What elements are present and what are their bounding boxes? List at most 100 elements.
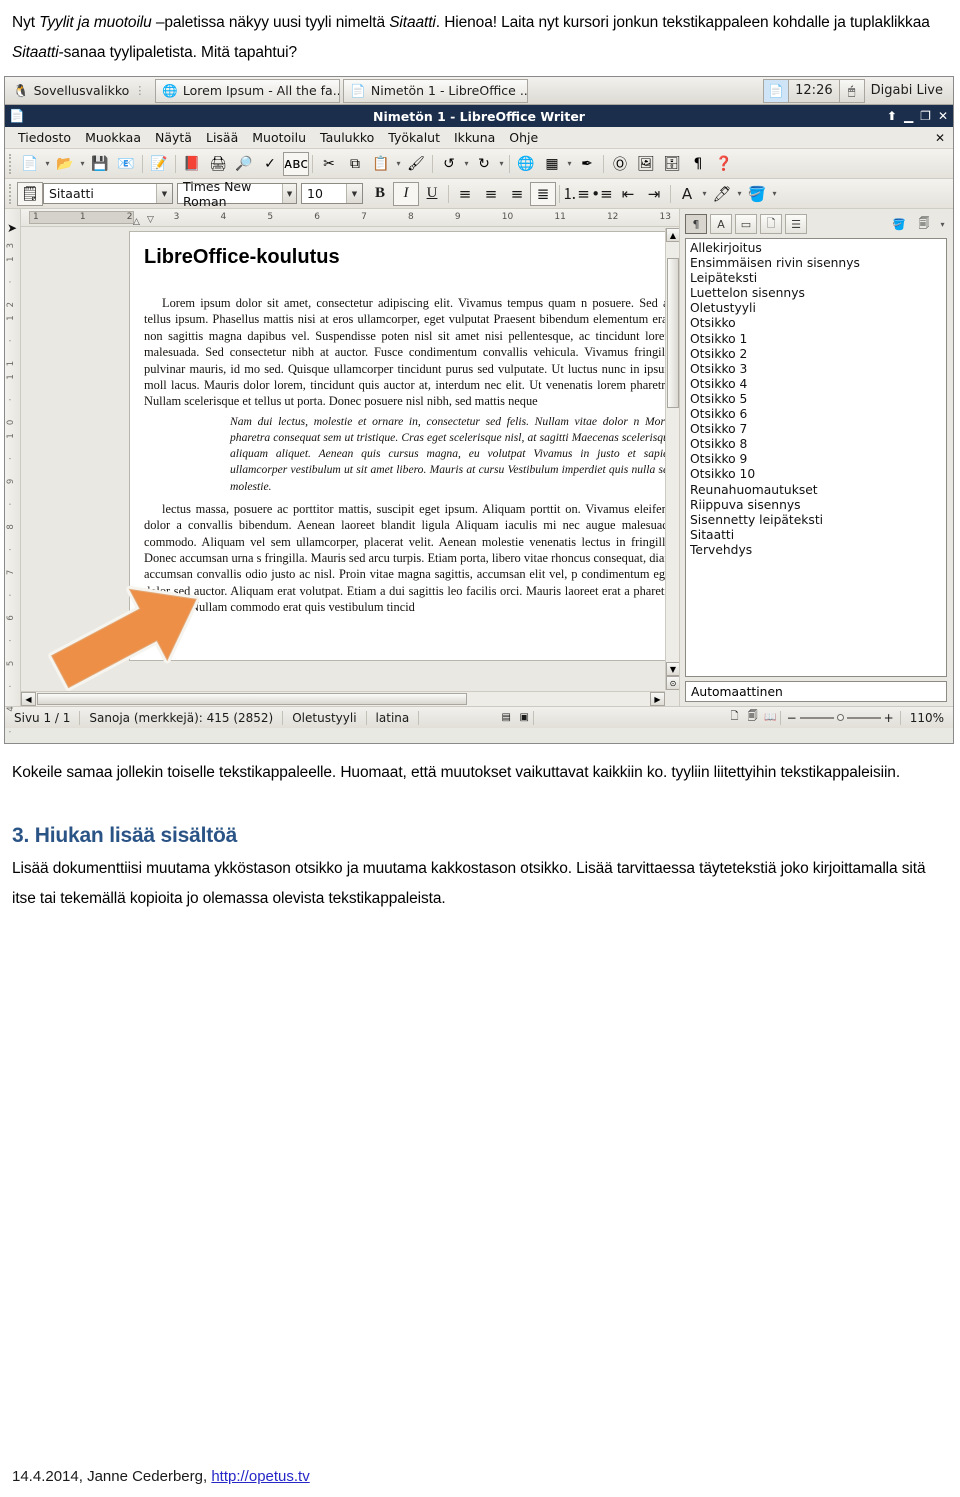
style-list-item[interactable]: Otsikko 6 bbox=[686, 407, 946, 422]
insert-table-dropdown-icon[interactable]: ▾ bbox=[565, 152, 574, 176]
style-list-item[interactable]: Otsikko 5 bbox=[686, 392, 946, 407]
new-style-from-selection-icon[interactable]: 🗐 bbox=[913, 214, 935, 234]
styles-filter-combo[interactable]: Automaattinen bbox=[685, 681, 947, 702]
first-line-indent-marker-icon[interactable]: ▽ bbox=[147, 215, 154, 225]
style-list-item[interactable]: Oletustyyli bbox=[686, 301, 946, 316]
menu-taulukko[interactable]: Taulukko bbox=[313, 130, 381, 145]
style-list-item[interactable]: Otsikko 10 bbox=[686, 467, 946, 482]
draw-functions-icon[interactable]: ✒ bbox=[574, 152, 600, 176]
document-page[interactable]: LibreOffice-koulutus Lorem ipsum dolor s… bbox=[129, 231, 679, 661]
horizontal-scroll-thumb[interactable] bbox=[37, 693, 467, 705]
toolbar-grip[interactable] bbox=[9, 153, 14, 174]
spelling-icon[interactable]: ✓ bbox=[257, 152, 283, 176]
decrease-indent-icon[interactable]: ⇤ bbox=[615, 182, 641, 206]
style-list-item[interactable]: Otsikko bbox=[686, 316, 946, 331]
style-list-item[interactable]: Otsikko 9 bbox=[686, 452, 946, 467]
insert-mode-icon[interactable]: ▤ bbox=[497, 712, 515, 723]
zoom-slider-knob[interactable] bbox=[836, 714, 844, 721]
style-list-item[interactable]: Otsikko 4 bbox=[686, 377, 946, 392]
selection-mode-icon[interactable]: ▣ bbox=[515, 712, 533, 723]
frame-styles-icon[interactable]: ▭ bbox=[735, 214, 757, 234]
increase-indent-icon[interactable]: ⇥ bbox=[641, 182, 667, 206]
new-style-dropdown-icon[interactable]: ▾ bbox=[938, 212, 947, 236]
vertical-ruler[interactable]: ➤ 3 · 4 · 5 · 6 · 7 · 8 · 9 · 10 · 11 · … bbox=[5, 209, 21, 743]
style-list-item-selected[interactable]: Sitaatti bbox=[690, 528, 734, 542]
style-list-item[interactable]: Leipäteksti bbox=[686, 271, 946, 286]
font-color-icon[interactable]: A bbox=[674, 182, 700, 206]
copy-icon[interactable]: ⧉ bbox=[342, 152, 368, 176]
statusbar-language[interactable]: latina bbox=[367, 707, 419, 729]
data-sources-icon[interactable]: 🗄 bbox=[659, 152, 685, 176]
formatting-toolbar-grip[interactable] bbox=[9, 183, 14, 204]
scroll-up-icon[interactable]: ▲ bbox=[666, 228, 679, 242]
tray-document-icon[interactable]: 📄 bbox=[763, 78, 790, 103]
scroll-left-icon[interactable]: ◀ bbox=[21, 692, 36, 706]
navigation-icon[interactable]: ⊙ bbox=[666, 676, 679, 690]
special-character-icon[interactable]: Ⓞ bbox=[607, 152, 633, 176]
style-list-item[interactable]: Otsikko 7 bbox=[686, 422, 946, 437]
zoom-out-button[interactable]: − bbox=[787, 711, 797, 725]
undo-dropdown-icon[interactable]: ▾ bbox=[462, 152, 471, 176]
styles-list[interactable]: Allekirjoitus Ensimmäisen rivin sisennys… bbox=[685, 238, 947, 677]
ordered-list-icon[interactable]: ⒈≡ bbox=[562, 182, 590, 206]
paragraph-style-dropdown-icon[interactable]: ▼ bbox=[156, 184, 172, 203]
align-right-icon[interactable]: ≡ bbox=[504, 182, 530, 206]
single-page-view-icon[interactable]: 🗋 bbox=[726, 709, 744, 726]
scroll-down-icon[interactable]: ▼ bbox=[666, 662, 679, 676]
document-canvas[interactable]: 1 1 2 3 4 5 6 7 8 9 10 11 12 13 ▽ △ Libr… bbox=[21, 209, 679, 706]
export-pdf-icon[interactable]: 📕 bbox=[179, 152, 205, 176]
style-list-item[interactable]: Otsikko 1 bbox=[686, 332, 946, 347]
font-name-combo[interactable]: Times New Roman ▼ bbox=[177, 179, 297, 209]
align-left-icon[interactable]: ≡ bbox=[452, 182, 478, 206]
taskbar-window-writer[interactable]: 📄 Nimetön 1 - LibreOffice ... bbox=[343, 78, 529, 103]
zoom-slider[interactable]: − + bbox=[781, 711, 900, 725]
menu-ikkuna[interactable]: Ikkuna bbox=[447, 130, 502, 145]
vertical-scroll-thumb[interactable] bbox=[667, 258, 679, 408]
menu-tiedosto[interactable]: Tiedosto bbox=[11, 130, 78, 145]
application-menu-button[interactable]: 🐧 Sovellusvalikko ⋮ bbox=[7, 79, 152, 103]
statusbar-page-style[interactable]: Oletustyyli bbox=[283, 707, 365, 729]
paragraph-style-combo[interactable]: Sitaatti ▼ bbox=[43, 183, 173, 204]
autospellcheck-icon[interactable]: ᴀʙᴄ bbox=[283, 151, 309, 176]
style-list-item[interactable]: Ensimmäisen rivin sisennys bbox=[686, 256, 946, 271]
redo-dropdown-icon[interactable]: ▾ bbox=[497, 152, 506, 176]
taskbar-window-firefox[interactable]: 🌐 Lorem Ipsum - All the fa... bbox=[155, 78, 341, 103]
styles-sidebar-toggle-icon[interactable]: 🗒 bbox=[17, 181, 43, 206]
statusbar-word-count[interactable]: Sanoja (merkkejä): 415 (2852) bbox=[80, 707, 282, 729]
zoom-in-button[interactable]: + bbox=[884, 711, 894, 725]
style-list-item[interactable]: Otsikko 8 bbox=[686, 437, 946, 452]
style-list-item[interactable]: Tervehdys bbox=[686, 543, 946, 558]
font-name-dropdown-icon[interactable]: ▼ bbox=[282, 184, 296, 203]
save-icon[interactable]: 💾 bbox=[87, 152, 113, 176]
menu-muotoilu[interactable]: Muotoilu bbox=[245, 130, 313, 145]
left-indent-marker-icon[interactable]: △ bbox=[133, 217, 140, 227]
close-document-button[interactable]: ✕ bbox=[935, 131, 945, 145]
cut-icon[interactable]: ✂ bbox=[316, 152, 342, 176]
style-list-item[interactable]: Sisennetty leipäteksti bbox=[686, 513, 946, 528]
footer-link[interactable]: http://opetus.tv bbox=[211, 1468, 309, 1485]
formatting-marks-icon[interactable]: ¶ bbox=[685, 152, 711, 176]
close-window-button[interactable]: ✕ bbox=[938, 109, 948, 123]
menu-ohje[interactable]: Ohje bbox=[502, 130, 545, 145]
hyperlink-icon[interactable]: 🌐 bbox=[513, 152, 539, 176]
insert-table-icon[interactable]: ▦ bbox=[539, 152, 565, 176]
new-document-icon[interactable]: 📄 bbox=[17, 152, 43, 176]
character-styles-icon[interactable]: A bbox=[710, 214, 732, 234]
scroll-right-icon[interactable]: ▶ bbox=[650, 692, 665, 706]
new-document-dropdown-icon[interactable]: ▾ bbox=[43, 152, 52, 176]
mouse-settings-icon[interactable]: 🖱 bbox=[838, 78, 865, 103]
italic-button[interactable]: I bbox=[393, 181, 419, 206]
minimize-window-button[interactable]: ▁ bbox=[904, 109, 913, 123]
align-justify-icon[interactable]: ≣ bbox=[530, 181, 556, 206]
paste-dropdown-icon[interactable]: ▾ bbox=[394, 152, 403, 176]
menu-muokkaa[interactable]: Muokkaa bbox=[78, 130, 148, 145]
underline-button[interactable]: U bbox=[419, 182, 445, 206]
help-icon[interactable]: ❓ bbox=[711, 152, 737, 176]
style-list-item[interactable]: Allekirjoitus bbox=[686, 241, 946, 256]
bold-button[interactable]: B bbox=[367, 182, 393, 206]
email-document-icon[interactable]: 📧 bbox=[113, 152, 139, 176]
background-color-icon[interactable]: 🪣 bbox=[744, 182, 770, 206]
menu-lisaa[interactable]: Lisää bbox=[199, 130, 245, 145]
page-styles-icon[interactable]: 🗋 bbox=[760, 214, 782, 234]
list-styles-icon[interactable]: ☰ bbox=[785, 214, 807, 234]
